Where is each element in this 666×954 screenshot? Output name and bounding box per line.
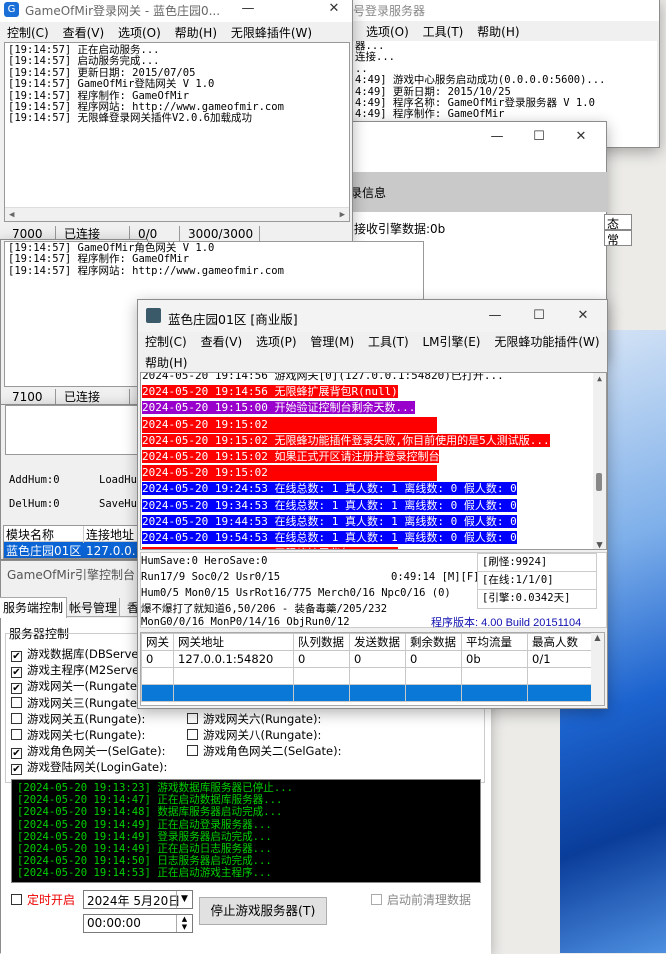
log-line: 2024-05-20 19:34:53 在线总数: 1 真人数: 1 离线数: … <box>142 498 517 512</box>
status-col: 态 <box>604 214 632 231</box>
close-icon[interactable]: ✕ <box>562 305 604 327</box>
table-row[interactable] <box>141 667 594 685</box>
log-line: 2024-05-20 19:15:02 如果正式开区请注册并登录控制台 <box>142 450 440 464</box>
menu-view[interactable]: 查看(V) <box>58 24 110 41</box>
col-module: 模块名称 <box>4 526 84 543</box>
minimize-icon[interactable]: — <box>474 305 516 327</box>
log-line: 2024-05-20 19:15:00 开始验证控制台剩余天数... <box>142 401 416 415</box>
server-checkbox[interactable]: 游戏网关七(Rungate): <box>11 727 145 743</box>
gate-log: [19:14:57] 正在启动服务... [19:14:57] 启动服务完成...… <box>4 42 350 222</box>
server-checkbox[interactable]: 游戏网关三(Rungate) <box>11 695 141 711</box>
status-cell: 常 <box>604 230 632 247</box>
menu-options[interactable]: 选项(P) <box>251 332 302 353</box>
table-row-selected[interactable] <box>141 684 594 702</box>
window-title: GameOfMir引擎控制台 [ <box>7 568 144 582</box>
menu-manage[interactable]: 管理(M) <box>305 332 359 353</box>
db-server-window: AddHum:0 LoadHum DelHum:0 SaveHum 模块名称 连接… <box>0 404 153 560</box>
menu-bar: 控制(C) 查看(V) 选项(O) 帮助(H) 无限蜂插件(W) <box>2 24 317 41</box>
module-table: 模块名称 连接地址 蓝色庄园01区 127.0.0.1 <box>3 525 153 559</box>
minimize-icon[interactable]: — <box>476 126 518 148</box>
vertical-scrollbar[interactable]: ▲ <box>591 633 604 705</box>
server-checkbox[interactable]: ✔ 游戏主程序(M2Server <box>11 662 144 679</box>
menu-view[interactable]: 查看(V) <box>196 332 248 353</box>
server-checkbox[interactable]: ✔ 游戏数据库(DBServer <box>11 646 143 662</box>
log-line: 2024-05-20 19:54:53 在线总数: 1 真人数: 1 离线数: … <box>142 531 517 545</box>
m2-server-window: 蓝色庄园01区 [商业版] — ☐ ✕ 控制(C) 查看(V) 选项(P) 管理… <box>137 299 608 709</box>
table-header: 网关 网关地址 队列数据 发送数据 剩余数据 平均流量 最高人数 <box>141 633 594 651</box>
table-row[interactable]: 蓝色庄园01区 127.0.0.1 <box>4 542 152 558</box>
menu-lm-engine[interactable]: LM引擎(E) <box>418 332 486 353</box>
menu-tools[interactable]: 工具(T) <box>363 332 414 353</box>
time-field[interactable]: 00:00:00 ▲ ▼ <box>83 914 193 933</box>
menu-help[interactable]: 帮助(H) <box>140 353 192 374</box>
menu-bar: 选项(O) 工具(T) 帮助(H) <box>361 23 525 40</box>
role-gate-window: [19:14:57] GameOfMir角色网关 V 1.0 [19:14:57]… <box>0 239 424 405</box>
menu-plugin[interactable]: 无限蜂功能插件(W) <box>489 332 604 353</box>
menu-tools[interactable]: 工具(T) <box>418 23 469 40</box>
log-line: 2024-05-20 19:15:02 <box>141 416 606 433</box>
server-checkbox[interactable]: ✔ 游戏登陆网关(LoginGate): <box>11 759 167 776</box>
menu-control[interactable]: 控制(C) <box>140 332 192 353</box>
col-address: 连接地址 <box>86 528 135 542</box>
info-header: 录信息 <box>346 172 608 212</box>
gateway-table: 网关 网关地址 队列数据 发送数据 剩余数据 平均流量 最高人数 0 127.0.0.1:54… <box>140 632 605 706</box>
horizontal-scrollbar[interactable]: ◀ ▶ <box>5 207 349 221</box>
chevron-down-icon[interactable]: ▼ <box>176 891 192 908</box>
table-row[interactable]: 0 127.0.0.1:54820 0 0 0 0b 0/1 <box>141 650 594 668</box>
log-line: 2024-05-20 19:14:56 无限蜂扩展背包R(null) <box>142 385 398 399</box>
m2-log: 2024-05-20 19:14:56 游戏网关[0](127.0.0.1:54… <box>140 372 607 550</box>
log-line: 2024-05-20 19:14:56 游戏网关[0](127.0.0.1:54… <box>142 372 504 382</box>
del-hum: DelHum:0 <box>9 498 60 510</box>
app-icon <box>146 308 161 323</box>
maximize-icon[interactable]: ☐ <box>518 126 560 148</box>
log-line: 2024-05-20 19:24:53 在线总数: 1 真人数: 1 离线数: … <box>142 482 517 496</box>
tab-server-control[interactable]: 服务端控制 <box>0 597 68 618</box>
server-checkbox[interactable]: 游戏网关六(Rungate): <box>187 711 321 727</box>
tab-account[interactable]: 帐号管理 <box>67 598 121 617</box>
menu-options[interactable]: 选项(O) <box>113 24 166 41</box>
minimize-icon[interactable]: — <box>227 0 269 20</box>
window-title: 号登录服务器 <box>353 4 426 18</box>
vertical-scrollbar[interactable]: ▲ ▼ <box>593 373 606 549</box>
server-checkbox[interactable]: 游戏网关五(Rungate): <box>11 711 145 727</box>
log-line: 2024-05-20 19:55:07 无限蜂扩展背包R(null) <box>141 546 606 549</box>
server-checkbox[interactable]: ✔ 游戏角色网关一(SelGate): <box>11 743 165 760</box>
console-log: [2024-05-20 19:13:23] 游戏数据库服务器已停止... [202… <box>11 779 481 883</box>
menu-plugin[interactable]: 无限蜂插件(W) <box>226 24 317 41</box>
spin-icon[interactable]: ▲ ▼ <box>176 915 192 932</box>
add-hum: AddHum:0 <box>9 474 60 486</box>
server-checkbox[interactable]: 游戏角色网关二(SelGate): <box>187 743 341 759</box>
server-checkbox[interactable]: 游戏网关八(Rungate): <box>187 727 321 743</box>
date-picker[interactable]: 2024年 5月20日 ▼ <box>83 890 193 909</box>
stats-panel: HumSave:0 HeroSave:0 Run17/9 Soc0/2 Usr0… <box>140 552 607 629</box>
version-label: 程序版本: 4.00 Build 20151104 <box>431 617 582 629</box>
window-title: 蓝色庄园01区 [商业版] <box>168 312 298 327</box>
menu-control[interactable]: 控制(C) <box>2 24 54 41</box>
close-icon[interactable]: ✕ <box>313 0 352 20</box>
menu-bar: 控制(C) 查看(V) 选项(P) 管理(M) 工具(T) LM引擎(E) 无限… <box>140 332 605 374</box>
timer-checkbox[interactable]: 定时开启 <box>11 891 75 908</box>
window-title: GameOfMir登录网关 - 蓝色庄园0... <box>25 4 221 18</box>
app-icon: G <box>4 2 19 17</box>
maximize-icon[interactable]: ☐ <box>518 305 560 327</box>
receive-label: 接收引擎数据:0b <box>354 222 446 236</box>
menu-help[interactable]: 帮助(H) <box>472 23 524 40</box>
stop-server-button[interactable]: 停止游戏服务器(T) <box>199 897 327 925</box>
log-line: 2024-05-20 19:44:53 在线总数: 1 真人数: 1 离线数: … <box>142 514 517 528</box>
clear-data-checkbox[interactable]: 启动前清理数据 <box>371 891 471 908</box>
log-line: 2024-05-20 19:15:02 <box>141 465 606 482</box>
menu-help[interactable]: 帮助(H) <box>170 24 222 41</box>
counter-box: [刷怪:9924] [在线:1/1/0] [引擎:0.0342天] <box>477 553 597 609</box>
login-gate-window: G GameOfMir登录网关 - 蓝色庄园0... — ✕ 控制(C) 查看(… <box>0 0 353 243</box>
log-line: 2024-05-20 19:15:02 无限蜂功能插件登录失败,你目前使用的是5… <box>142 433 550 447</box>
server-checkbox[interactable]: ✔ 游戏网关一(Rungate <box>11 678 137 695</box>
menu-options[interactable]: 选项(O) <box>361 23 414 40</box>
close-icon[interactable]: ✕ <box>560 126 602 148</box>
